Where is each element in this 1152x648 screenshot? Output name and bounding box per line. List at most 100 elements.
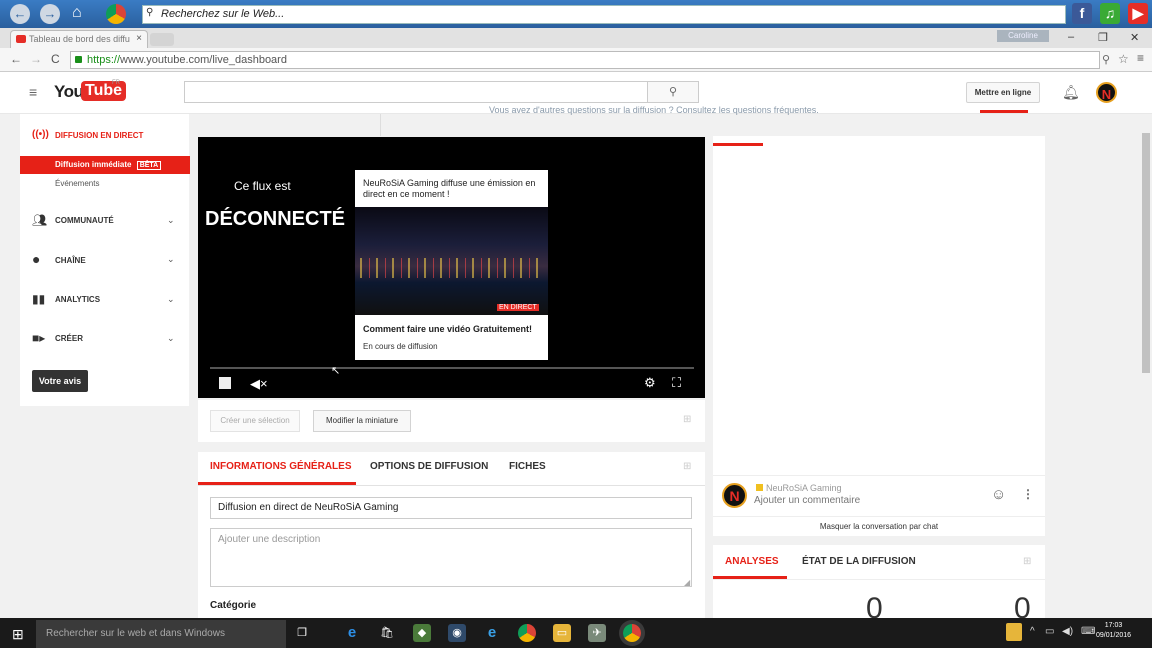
new-tab-button[interactable]	[150, 33, 174, 46]
chat-accent	[713, 143, 763, 146]
sidebar-item-analytics[interactable]: ANALYTICS	[55, 295, 100, 304]
url-path: www.youtube.com/live_dashboard	[120, 54, 287, 66]
maximize-button[interactable]: ❐	[1098, 31, 1108, 44]
progress-bar[interactable]	[210, 367, 694, 369]
hide-chat-link[interactable]: Masquer la conversation par chat	[713, 522, 1045, 531]
offline-text-line1: Ce flux est	[234, 179, 291, 193]
chrome-icon[interactable]	[518, 624, 536, 642]
drag-handle-icon[interactable]: ⊞	[1023, 556, 1031, 567]
file-explorer-icon[interactable]: ▭	[553, 624, 571, 642]
sidebar-item-channel[interactable]: CHAÎNE	[55, 256, 86, 265]
menu-icon[interactable]: ≡	[1137, 51, 1144, 65]
app-icon[interactable]: ◆	[413, 624, 431, 642]
tab-divider	[198, 485, 705, 486]
edit-thumbnail-button[interactable]: Modifier la miniature	[313, 410, 411, 432]
url-field[interactable]: https://www.youtube.com/live_dashboard	[70, 51, 1100, 69]
tray-chevron-up-icon[interactable]: ^	[1030, 626, 1035, 637]
youtube-icon[interactable]: ▶	[1128, 3, 1148, 24]
keyboard-icon[interactable]: ⌨	[1081, 626, 1095, 637]
tab-analytics[interactable]: ANALYSES	[725, 556, 779, 567]
profile-badge[interactable]: Caroline	[997, 30, 1049, 42]
live-badge: EN DIRECT	[497, 304, 539, 311]
sidebar-subitem-immediate[interactable]: Diffusion immédiate BÊTA	[55, 160, 162, 170]
drag-handle-icon[interactable]: ⊞	[683, 414, 691, 425]
sidebar-item-live[interactable]: DIFFUSION EN DIRECT	[55, 131, 143, 140]
feedback-button[interactable]: Votre avis	[32, 370, 88, 392]
avatar[interactable]: N	[1096, 82, 1117, 103]
tray-app-icon[interactable]	[1006, 623, 1022, 641]
tab-general-info[interactable]: INFORMATIONS GÉNÉRALES	[210, 461, 351, 472]
youtube-search-input[interactable]	[184, 81, 648, 103]
browser-tab[interactable]: Tableau de bord des diffu ×	[10, 30, 148, 48]
live-broadcast-icon: ((•))	[32, 129, 49, 140]
sidebar-item-community[interactable]: COMMUNAUTÉ	[55, 216, 114, 225]
edge-icon[interactable]: e	[343, 624, 361, 642]
chat-username-text: NeuRoSiA Gaming	[766, 483, 842, 493]
bookmark-star-icon[interactable]: ☆	[1118, 52, 1129, 66]
drag-handle-icon[interactable]: ⊞	[683, 461, 691, 472]
tab-cards[interactable]: FICHES	[509, 461, 546, 472]
web-search-input[interactable]: Recherchez sur le Web...	[142, 5, 1066, 24]
live-card-video-title[interactable]: Comment faire une vidéo Gratuitement!	[363, 324, 543, 334]
fullscreen-icon[interactable]: ⛶	[672, 376, 681, 390]
lock-icon	[75, 56, 82, 63]
app-icon[interactable]: ✈	[588, 624, 606, 642]
youtube-favicon-icon	[16, 35, 26, 43]
live-card-status: En cours de diffusion	[363, 342, 438, 351]
chevron-down-icon[interactable]: ⌄	[167, 294, 175, 305]
resize-handle-icon[interactable]: ◢	[684, 578, 690, 587]
battery-icon[interactable]: ▭	[1045, 626, 1054, 637]
tab-close-icon[interactable]: ×	[136, 33, 142, 44]
search-icon: ⚲	[146, 7, 154, 18]
description-textarea[interactable]: Ajouter une description	[210, 528, 692, 587]
minimize-button[interactable]: –	[1068, 31, 1074, 43]
taskbar-search-input[interactable]: Rechercher sur le web et dans Windows	[36, 620, 286, 648]
guide-menu-icon[interactable]: ≡	[29, 84, 37, 100]
sidebar-item-create[interactable]: CRÉER	[55, 334, 83, 343]
store-icon[interactable]: 🛍︎	[378, 624, 396, 642]
youtube-search-button[interactable]: ⚲	[647, 81, 699, 103]
chat-avatar: N	[722, 483, 747, 508]
close-button[interactable]: ✕	[1130, 31, 1139, 44]
chat-comment-input[interactable]: Ajouter un commentaire	[754, 495, 860, 506]
stop-icon[interactable]	[219, 377, 231, 389]
emoji-icon[interactable]: ☺	[991, 486, 1006, 503]
stream-title-input[interactable]: Diffusion en direct de NeuRoSiA Gaming	[210, 497, 692, 519]
chevron-down-icon[interactable]: ⌄	[167, 333, 175, 344]
tab-stream-health[interactable]: ÉTAT DE LA DIFFUSION	[802, 556, 916, 567]
home-icon[interactable]: ⌂	[72, 4, 82, 22]
ie-icon[interactable]: e	[483, 624, 501, 642]
upload-button[interactable]: Mettre en ligne	[966, 82, 1040, 103]
nav-back-button[interactable]: ←	[10, 52, 22, 66]
scrollbar-thumb[interactable]	[1142, 133, 1150, 373]
faq-notice[interactable]: Vous avez d'autres questions sur la diff…	[489, 105, 819, 115]
forward-icon[interactable]: →	[40, 4, 60, 24]
back-icon[interactable]: ←	[10, 4, 30, 24]
video-camera-icon: ■▸	[32, 331, 46, 345]
reload-button[interactable]: C	[51, 52, 60, 66]
youtube-logo-you[interactable]: You	[54, 82, 84, 102]
chevron-down-icon[interactable]: ⌄	[167, 215, 175, 226]
notifications-bell-icon[interactable]: 🔔︎	[1062, 84, 1080, 101]
volume-mute-icon[interactable]: ◀×	[250, 377, 268, 391]
more-options-icon[interactable]: ⋮	[1022, 487, 1034, 501]
tab-divider	[713, 579, 1045, 580]
windows-start-icon[interactable]: ⊞	[12, 626, 24, 643]
music-icon[interactable]: ♫	[1100, 3, 1120, 24]
facebook-icon[interactable]: f	[1072, 3, 1092, 24]
chevron-down-icon[interactable]: ⌄	[167, 254, 175, 265]
steam-icon[interactable]: ◉	[448, 624, 466, 642]
speaker-icon[interactable]: ◀)	[1062, 626, 1073, 637]
task-view-icon[interactable]: ❐	[293, 624, 311, 642]
zoom-icon[interactable]: ⚲	[1102, 53, 1110, 66]
tab-stream-options[interactable]: OPTIONS DE DIFFUSION	[370, 461, 488, 472]
chrome-icon[interactable]	[106, 4, 126, 24]
create-clip-button[interactable]: Créer une sélection	[210, 410, 300, 432]
taskbar-clock[interactable]: 17:03 09/01/2016	[1096, 621, 1131, 641]
chrome-active-icon[interactable]	[623, 624, 641, 642]
settings-gear-icon[interactable]: ⚙	[644, 376, 656, 390]
sidebar-subitem-events[interactable]: Événements	[55, 179, 99, 188]
region-label: FR	[112, 80, 120, 86]
nav-forward-button[interactable]: →	[30, 52, 42, 66]
chat-divider	[713, 475, 1045, 476]
